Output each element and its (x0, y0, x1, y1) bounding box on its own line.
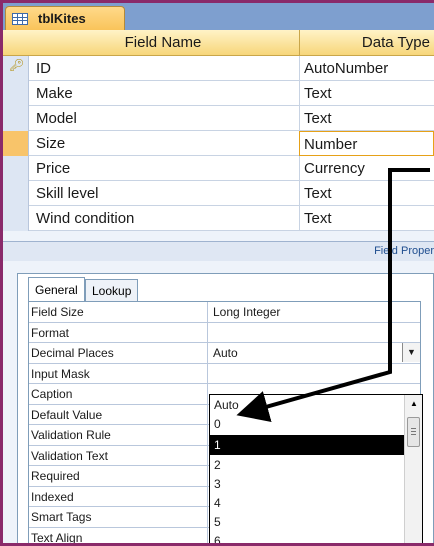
data-type-cell[interactable]: Text (299, 181, 434, 206)
row-selector-current[interactable] (3, 131, 29, 156)
dropdown-option[interactable]: Auto (210, 395, 404, 415)
row-selector[interactable] (3, 81, 29, 106)
property-label: Validation Rule (29, 425, 208, 445)
field-row-make[interactable]: Make Text (3, 81, 434, 106)
property-label: Default Value (29, 404, 208, 424)
decimal-places-combo[interactable]: Auto ▼ (210, 343, 420, 363)
field-row-model[interactable]: Model Text (3, 106, 434, 131)
property-label: Text Align (29, 527, 208, 543)
property-row-field-size[interactable]: Field Size Long Integer (29, 302, 420, 323)
field-row-price[interactable]: Price Currency (3, 156, 434, 181)
property-row-format[interactable]: Format (29, 322, 420, 343)
dropdown-option[interactable]: 6 (210, 531, 404, 543)
data-type-cell[interactable]: Text (299, 106, 434, 131)
property-label: Input Mask (29, 363, 208, 383)
table-design-grid: Field Name Data Type 🔑︎ ID AutoNumber Ma… (3, 30, 434, 231)
data-type-cell[interactable]: Text (299, 206, 434, 231)
scroll-up-arrow-icon[interactable]: ▲ (405, 395, 422, 413)
access-window: tblKites Field Name Data Type 🔑︎ ID Auto… (0, 0, 434, 546)
field-name-cell[interactable]: Size (36, 131, 65, 156)
dropdown-scrollbar[interactable]: ▲ (404, 395, 422, 543)
row-selector[interactable] (3, 156, 29, 181)
field-name-cell[interactable]: Price (36, 156, 70, 181)
field-row-wind-condition[interactable]: Wind condition Text (3, 206, 434, 231)
field-properties-label: Field Proper (374, 245, 434, 257)
property-label: Decimal Places (29, 343, 208, 363)
data-type-cell[interactable]: Currency (299, 156, 434, 181)
dropdown-option-selected[interactable]: 1 (210, 435, 404, 455)
document-tab-strip: tblKites (3, 3, 434, 30)
property-value[interactable] (210, 323, 420, 343)
field-row-skill-level[interactable]: Skill level Text (3, 181, 434, 206)
dropdown-arrow-icon[interactable]: ▼ (402, 343, 420, 362)
field-name-header[interactable]: Field Name (29, 30, 297, 56)
tab-label: tblKites (38, 11, 86, 26)
dropdown-option[interactable]: 5 (210, 512, 404, 532)
property-value[interactable]: Long Integer (210, 302, 420, 322)
property-label: Field Size (29, 302, 208, 322)
property-label: Validation Text (29, 445, 208, 465)
property-label: Smart Tags (29, 507, 208, 527)
field-row-id[interactable]: 🔑︎ ID AutoNumber (3, 56, 434, 81)
grid-header: Field Name Data Type (3, 30, 434, 56)
dropdown-option[interactable]: 2 (210, 455, 404, 475)
decimal-places-dropdown-list[interactable]: Auto 0 1 2 3 4 5 6 7 ▲ (209, 394, 423, 543)
scroll-thumb[interactable] (407, 417, 420, 447)
property-row-input-mask[interactable]: Input Mask (29, 363, 420, 384)
row-selector[interactable] (3, 206, 29, 231)
table-icon (12, 12, 28, 25)
property-row-decimal-places[interactable]: Decimal Places Auto ▼ (29, 343, 420, 364)
field-row-size[interactable]: Size Number (3, 131, 434, 156)
property-value[interactable] (210, 364, 420, 384)
field-name-cell[interactable]: Skill level (36, 181, 99, 206)
field-name-cell[interactable]: Wind condition (36, 206, 134, 231)
data-type-header[interactable]: Data Type (299, 30, 434, 56)
data-type-cell-active[interactable]: Number (299, 131, 434, 156)
property-label: Indexed (29, 486, 208, 506)
property-label: Format (29, 322, 208, 342)
dropdown-option[interactable]: 4 (210, 493, 404, 513)
row-selector[interactable]: 🔑︎ (3, 56, 29, 81)
tab-tblkites[interactable]: tblKites (5, 6, 125, 30)
tab-lookup[interactable]: Lookup (85, 279, 139, 301)
data-type-cell[interactable]: Text (299, 81, 434, 106)
dropdown-option[interactable]: 3 (210, 474, 404, 494)
row-selector[interactable] (3, 106, 29, 131)
data-type-cell[interactable]: AutoNumber (299, 56, 434, 81)
field-name-cell[interactable]: ID (36, 56, 51, 81)
tab-general[interactable]: General (28, 277, 85, 301)
field-name-cell[interactable]: Make (36, 81, 73, 106)
row-selector[interactable] (3, 181, 29, 206)
combo-value[interactable]: Auto (213, 346, 238, 360)
dropdown-option[interactable]: 0 (210, 414, 404, 434)
primary-key-icon: 🔑︎ (9, 58, 25, 72)
field-properties-bar: Field Proper (3, 241, 434, 261)
field-name-cell[interactable]: Model (36, 106, 77, 131)
property-label: Required (29, 466, 208, 486)
property-label: Caption (29, 384, 208, 404)
